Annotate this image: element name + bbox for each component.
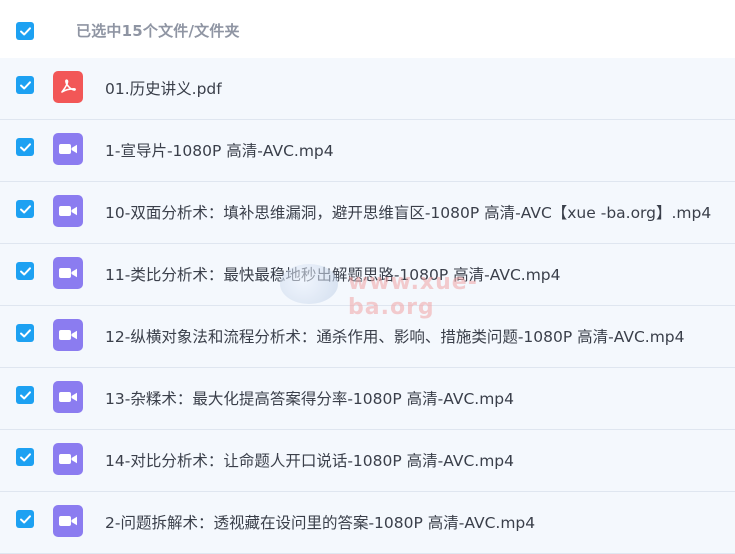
selection-header: 已选中15个文件/文件夹 bbox=[0, 0, 735, 58]
file-checkbox[interactable] bbox=[16, 138, 34, 156]
checkmark-icon bbox=[19, 390, 31, 399]
checkmark-icon bbox=[19, 80, 31, 89]
video-file-icon bbox=[53, 505, 83, 537]
checkmark-icon bbox=[19, 452, 31, 461]
file-name[interactable]: 13-杂糅术：最大化提高答案得分率-1080P 高清-AVC.mp4 bbox=[105, 387, 514, 409]
checkmark-icon bbox=[19, 26, 31, 35]
file-list: 01.历史讲义.pdf 1-宣导片-1080P 高清-AVC.mp4 10-双面分析… bbox=[0, 58, 735, 554]
file-name[interactable]: 1-宣导片-1080P 高清-AVC.mp4 bbox=[105, 139, 334, 161]
file-name[interactable]: 01.历史讲义.pdf bbox=[105, 77, 222, 99]
file-checkbox[interactable] bbox=[16, 200, 34, 218]
file-name[interactable]: 10-双面分析术：填补思维漏洞，避开思维盲区-1080P 高清-AVC【xue … bbox=[105, 201, 711, 223]
file-checkbox[interactable] bbox=[16, 510, 34, 528]
video-file-icon bbox=[53, 381, 83, 413]
checkmark-icon bbox=[19, 328, 31, 337]
checkmark-icon bbox=[19, 266, 31, 275]
file-checkbox[interactable] bbox=[16, 324, 34, 342]
file-row[interactable]: 12-纵横对象法和流程分析术：通杀作用、影响、措施类问题-1080P 高清-AV… bbox=[0, 306, 735, 368]
file-row[interactable]: 1-宣导片-1080P 高清-AVC.mp4 bbox=[0, 120, 735, 182]
file-checkbox[interactable] bbox=[16, 386, 34, 404]
file-name[interactable]: 14-对比分析术：让命题人开口说话-1080P 高清-AVC.mp4 bbox=[105, 449, 514, 471]
video-file-icon bbox=[53, 443, 83, 475]
video-file-icon bbox=[53, 195, 83, 227]
file-row[interactable]: 01.历史讲义.pdf bbox=[0, 58, 735, 120]
checkmark-icon bbox=[19, 514, 31, 523]
checkmark-icon bbox=[19, 142, 31, 151]
file-row[interactable]: 10-双面分析术：填补思维漏洞，避开思维盲区-1080P 高清-AVC【xue … bbox=[0, 182, 735, 244]
file-row[interactable]: 11-类比分析术：最快最稳地秒出解题思路-1080P 高清-AVC.mp4 bbox=[0, 244, 735, 306]
file-row[interactable]: 13-杂糅术：最大化提高答案得分率-1080P 高清-AVC.mp4 bbox=[0, 368, 735, 430]
video-file-icon bbox=[53, 133, 83, 165]
select-all-checkbox[interactable] bbox=[16, 22, 34, 40]
file-name[interactable]: 11-类比分析术：最快最稳地秒出解题思路-1080P 高清-AVC.mp4 bbox=[105, 263, 561, 285]
file-checkbox[interactable] bbox=[16, 76, 34, 94]
file-checkbox[interactable] bbox=[16, 262, 34, 280]
file-row[interactable]: 2-问题拆解术：透视藏在设问里的答案-1080P 高清-AVC.mp4 bbox=[0, 492, 735, 554]
pdf-file-icon bbox=[53, 71, 83, 103]
checkmark-icon bbox=[19, 204, 31, 213]
video-file-icon bbox=[53, 257, 83, 289]
file-row[interactable]: 14-对比分析术：让命题人开口说话-1080P 高清-AVC.mp4 bbox=[0, 430, 735, 492]
selection-count-label: 已选中15个文件/文件夹 bbox=[76, 22, 240, 40]
file-name[interactable]: 2-问题拆解术：透视藏在设问里的答案-1080P 高清-AVC.mp4 bbox=[105, 511, 535, 533]
file-checkbox[interactable] bbox=[16, 448, 34, 466]
video-file-icon bbox=[53, 319, 83, 351]
file-name[interactable]: 12-纵横对象法和流程分析术：通杀作用、影响、措施类问题-1080P 高清-AV… bbox=[105, 325, 685, 347]
